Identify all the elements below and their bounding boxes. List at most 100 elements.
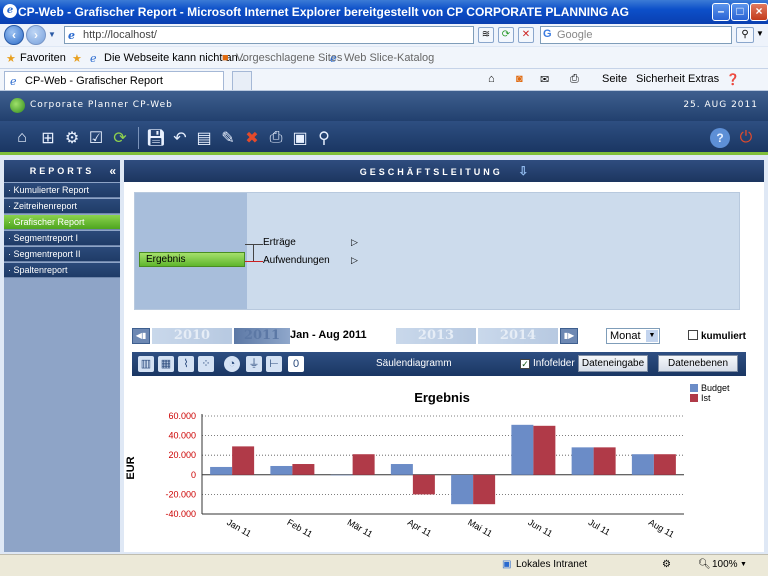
home-icon[interactable]: ⌂: [12, 128, 32, 148]
tree-node-ertraege[interactable]: Erträge: [263, 237, 296, 248]
sidebar-item-segmentreport-1[interactable]: · Segmentreport I: [4, 231, 120, 246]
help-icon[interactable]: ❓: [726, 73, 740, 86]
settings-icon[interactable]: ⚙: [62, 128, 82, 148]
search-options-icon[interactable]: ▼: [756, 29, 764, 38]
refresh-button[interactable]: ⟳: [498, 27, 514, 43]
bar-ist: [352, 454, 375, 475]
collapse-icon[interactable]: «: [109, 160, 116, 182]
chevron-down-icon: ▼: [646, 330, 658, 342]
zoom-level[interactable]: 100%: [712, 559, 738, 570]
export-icon[interactable]: ▣: [290, 128, 310, 148]
search-placeholder: Google: [557, 29, 593, 41]
help-icon[interactable]: ?: [710, 128, 730, 148]
favorites-button[interactable]: Favoriten: [20, 52, 66, 64]
tree-node-aufwendungen[interactable]: Aufwendungen: [263, 255, 330, 266]
scatter-chart-icon[interactable]: ⁘: [198, 356, 214, 372]
dateneingabe-button[interactable]: Dateneingabe: [578, 355, 648, 372]
back-button[interactable]: ‹: [4, 25, 24, 45]
tree-node-ergebnis[interactable]: Ergebnis: [139, 252, 245, 267]
maximize-button[interactable]: □: [731, 3, 749, 21]
sidebar-item-kumulierter-report[interactable]: · Kumulierter Report: [4, 183, 120, 198]
main-panel: GESCHÄFTSLEITUNG ⇩ Ergebnis Erträge Aufw…: [124, 160, 764, 552]
period-label: Jan - Aug 2011: [290, 329, 367, 341]
sidebar-item-label: Segmentreport I: [13, 233, 79, 243]
interval-select[interactable]: Monat ▼: [606, 328, 660, 344]
search-input[interactable]: G Google: [540, 26, 732, 44]
feeds-icon[interactable]: ◙: [516, 73, 523, 85]
bar-ist: [473, 474, 496, 505]
forward-button[interactable]: ›: [26, 25, 46, 45]
y-tick-label: -20.000: [165, 489, 196, 499]
new-document-icon[interactable]: ▤: [194, 128, 214, 148]
home-icon[interactable]: ⌂: [488, 73, 495, 85]
google-icon: G: [543, 28, 552, 40]
protected-mode-icon[interactable]: ⚙: [662, 559, 671, 570]
year-2010[interactable]: 2010: [152, 328, 232, 344]
infofelder-toggle[interactable]: ✓ Infofelder: [520, 358, 575, 369]
sidebar-item-label: Grafischer Report: [13, 217, 85, 227]
print-icon[interactable]: ⎙: [266, 128, 286, 148]
stacked-bar-icon[interactable]: ▦: [158, 356, 174, 372]
y-tick-label: 0: [191, 470, 196, 480]
zero-line-icon[interactable]: 0: [288, 356, 304, 372]
bar-budget: [390, 464, 413, 475]
cumulative-checkbox[interactable]: [688, 330, 698, 340]
datenebenen-button[interactable]: Datenebenen: [658, 355, 738, 372]
bar-chart-icon[interactable]: ▥: [138, 356, 154, 372]
menu-sicherheit[interactable]: Sicherheit: [636, 73, 685, 85]
attachment-icon[interactable]: ⚲: [314, 128, 334, 148]
compat-view-button[interactable]: ≋: [478, 27, 494, 43]
sidebar-item-spaltenreport[interactable]: · Spaltenreport: [4, 263, 120, 278]
stop-button[interactable]: ✕: [518, 27, 534, 43]
expand-down-icon[interactable]: ⇩: [518, 160, 528, 182]
close-window-button[interactable]: ×: [750, 3, 768, 21]
minimize-button[interactable]: –: [712, 3, 730, 21]
window-title: CP-Web - Grafischer Report - Microsoft I…: [18, 5, 629, 19]
add-favorite-icon[interactable]: ★: [72, 52, 82, 65]
expand-arrow-icon[interactable]: ▷: [351, 255, 358, 266]
sidebar-item-segmentreport-2[interactable]: · Segmentreport II: [4, 247, 120, 262]
year-2013[interactable]: 2013: [396, 328, 476, 344]
year-2011[interactable]: 2011: [234, 328, 290, 344]
favorite-link-3[interactable]: Web Slice-Katalog: [344, 52, 434, 64]
logout-icon[interactable]: ⏻: [736, 128, 756, 148]
suggested-sites-icon: ■: [222, 52, 229, 64]
page-icon: e: [90, 52, 97, 65]
prev-year-button[interactable]: ◀▮: [132, 328, 150, 344]
edit-icon[interactable]: ✎: [218, 128, 238, 148]
address-bar-row: ‹ › ▼ e http://localhost/ ≋ ⟳ ✕ G Google…: [0, 24, 768, 46]
menu-seite[interactable]: Seite: [602, 73, 627, 85]
search-icon[interactable]: ⚲: [736, 27, 754, 43]
infofelder-checkbox[interactable]: ✓: [520, 359, 530, 369]
check-icon[interactable]: ☑: [86, 128, 106, 148]
sidebar-item-grafischer-report[interactable]: · Grafischer Report: [4, 215, 120, 230]
bar-ist: [533, 425, 556, 475]
new-tab-button[interactable]: [232, 71, 252, 90]
year-2014[interactable]: 2014: [478, 328, 558, 344]
delete-icon[interactable]: ✖: [242, 128, 262, 148]
menu-extras[interactable]: Extras: [688, 73, 719, 85]
expand-arrow-icon[interactable]: ▷: [351, 237, 358, 248]
mail-icon[interactable]: ✉: [540, 73, 549, 86]
refresh-icon[interactable]: ⟳: [110, 128, 130, 148]
favorite-link-2[interactable]: Vorgeschlagene Sites: [236, 52, 342, 64]
history-dropdown-icon[interactable]: ▼: [48, 30, 56, 39]
sidebar-item-label: Kumulierter Report: [13, 185, 90, 195]
next-year-button[interactable]: ▮▶: [560, 328, 578, 344]
undo-icon[interactable]: ↶: [170, 128, 190, 148]
favorites-star-icon: ★: [6, 53, 16, 65]
line-chart-icon[interactable]: ⌇: [178, 356, 194, 372]
sidebar-item-zeitreihenreport[interactable]: · Zeitreihenreport: [4, 199, 120, 214]
tab-cp-web[interactable]: e CP-Web - Grafischer Report: [4, 71, 224, 90]
pie-chart-icon[interactable]: ◔: [224, 356, 240, 372]
zoom-dropdown-icon[interactable]: ▼: [740, 561, 747, 568]
save-icon[interactable]: 💾︎: [146, 128, 166, 148]
x-tick-label: Mär 11: [346, 517, 375, 539]
tree-chart-icon[interactable]: ⊢: [266, 356, 282, 372]
app-header: Corporate Planner CP-Web 25. AUG 2011: [0, 91, 768, 121]
cumulative-toggle[interactable]: kumuliert: [688, 330, 746, 342]
address-input[interactable]: e http://localhost/: [64, 26, 474, 44]
funnel-chart-icon[interactable]: ⏚: [246, 356, 262, 372]
structure-icon[interactable]: ⊞: [38, 128, 58, 148]
print-icon[interactable]: ⎙: [570, 73, 579, 86]
